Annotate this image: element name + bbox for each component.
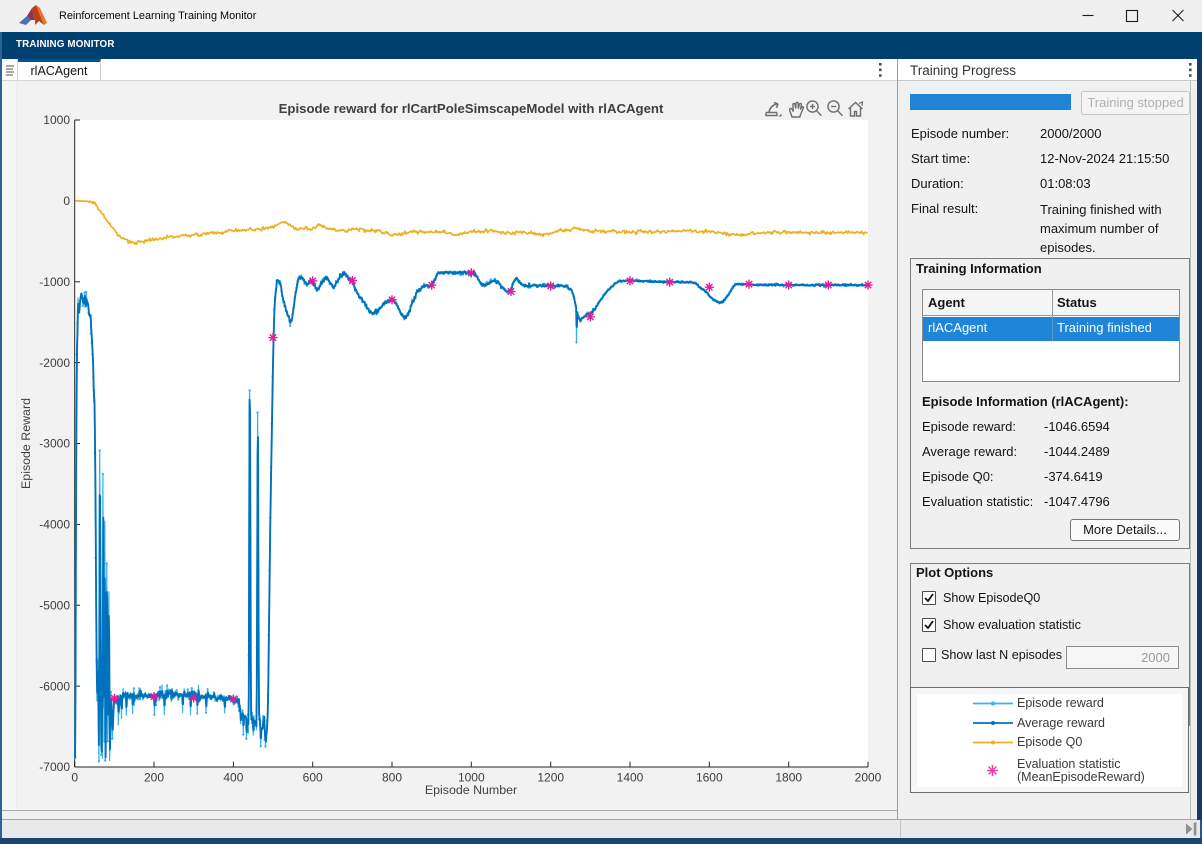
svg-text:200: 200	[144, 771, 164, 785]
svg-text:400: 400	[223, 771, 243, 785]
svg-text:600: 600	[303, 771, 323, 785]
svg-text:1400: 1400	[617, 771, 644, 785]
svg-text:-2000: -2000	[39, 356, 70, 370]
svg-text:-5000: -5000	[39, 599, 70, 613]
svg-text:1000: 1000	[43, 113, 70, 127]
svg-text:Episode Reward: Episode Reward	[19, 398, 33, 489]
svg-text:Episode Number: Episode Number	[425, 783, 517, 797]
svg-text:1200: 1200	[537, 771, 564, 785]
svg-text:1800: 1800	[775, 771, 802, 785]
svg-text:-3000: -3000	[39, 437, 70, 451]
svg-text:-4000: -4000	[39, 518, 70, 532]
svg-text:1600: 1600	[696, 771, 723, 785]
svg-text:-6000: -6000	[39, 679, 70, 693]
svg-text:-7000: -7000	[39, 760, 70, 774]
svg-text:Episode reward for rlCartPoleS: Episode reward for rlCartPoleSimscapeMod…	[279, 101, 664, 116]
svg-text:-1000: -1000	[39, 275, 70, 289]
svg-text:800: 800	[382, 771, 402, 785]
svg-text:0: 0	[71, 771, 78, 785]
svg-text:0: 0	[63, 194, 70, 208]
svg-text:2000: 2000	[855, 771, 882, 785]
